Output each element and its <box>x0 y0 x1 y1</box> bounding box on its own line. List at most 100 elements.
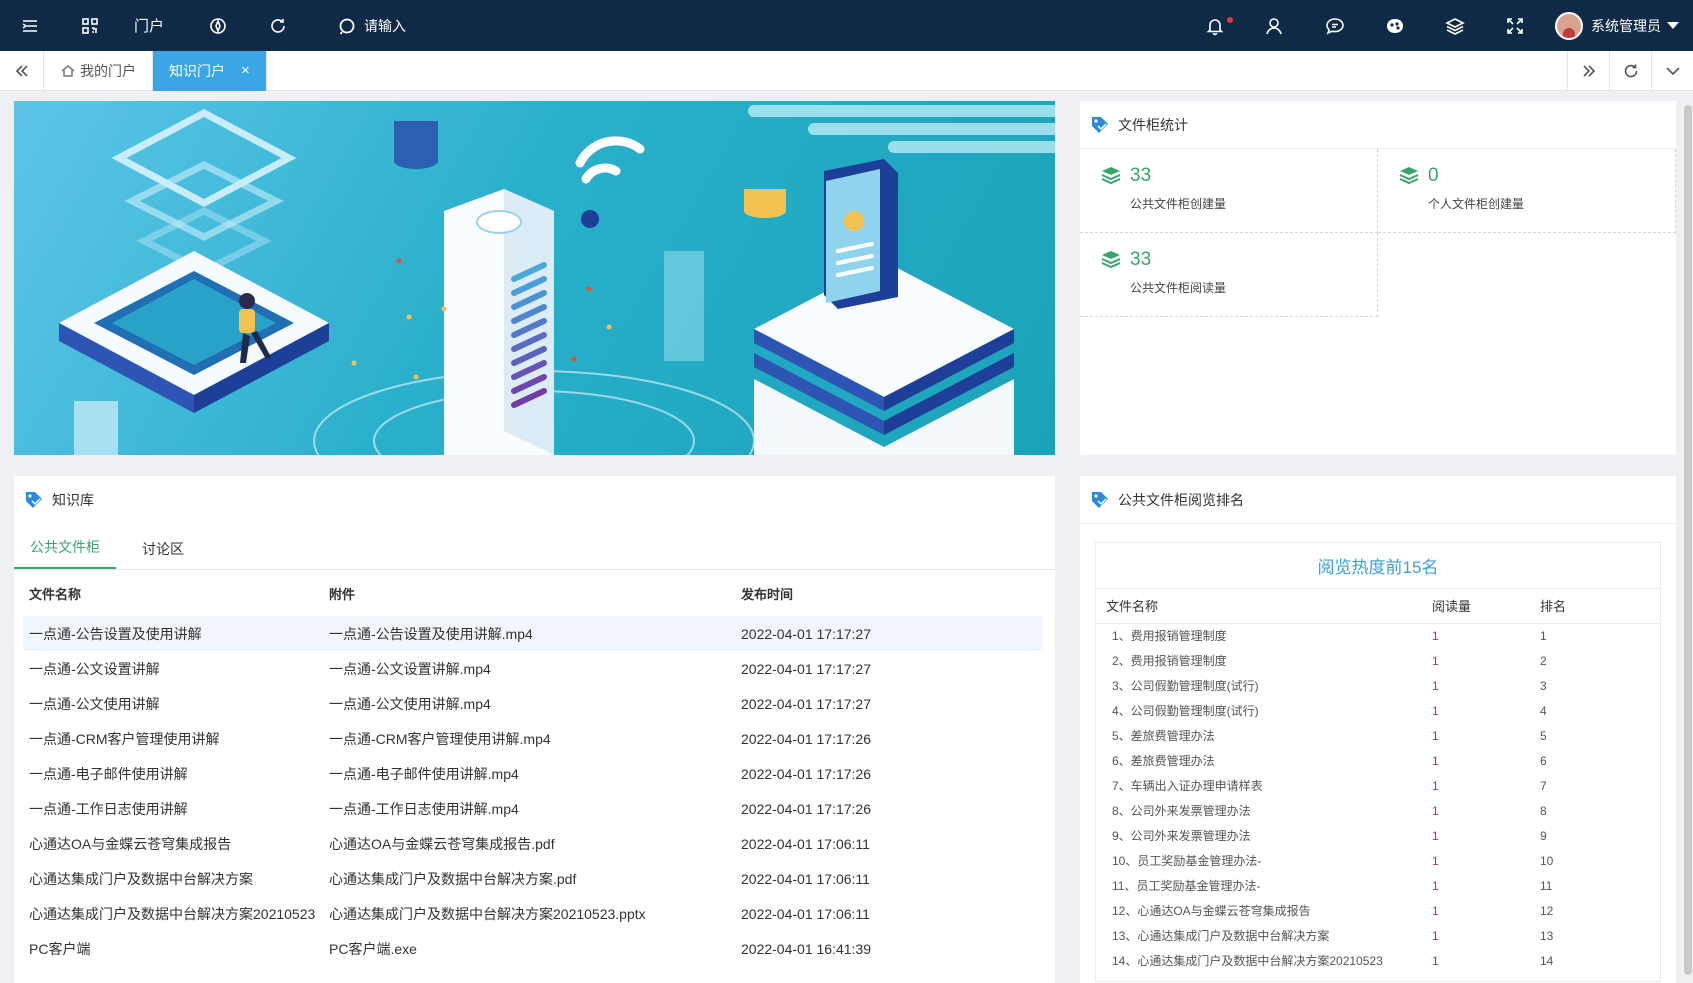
attachment-link[interactable]: 一点通-工作日志使用讲解.mp4 <box>323 791 735 826</box>
column-header[interactable]: 文件名称 <box>23 570 323 616</box>
table-row[interactable]: 1、费用报销管理制度 1 1 <box>1096 623 1660 648</box>
stack-icon <box>1399 167 1419 185</box>
table-row[interactable]: 14、心通达集成门户及数据中台解决方案20210523 1 14 <box>1096 948 1660 973</box>
compass-icon[interactable] <box>188 0 248 51</box>
file-name-link[interactable]: 一点通-电子邮件使用讲解 <box>23 756 323 791</box>
rank-file-name[interactable]: 8、公司外来发票管理办法 <box>1096 798 1422 823</box>
rank-position: 11 <box>1540 878 1553 893</box>
home-icon <box>61 64 75 77</box>
refresh-icon[interactable] <box>248 0 308 51</box>
attachment-link[interactable]: 一点通-公文设置讲解.mp4 <box>323 651 735 686</box>
search-input[interactable]: 请输入 <box>364 16 406 36</box>
double-left-icon[interactable] <box>0 50 44 91</box>
attachment-link[interactable]: 一点通-公告设置及使用讲解.mp4 <box>323 616 735 651</box>
column-header[interactable]: 发布时间 <box>735 570 1043 616</box>
attachment-link[interactable]: 心通达OA与金蝶云苍穹集成报告.pdf <box>323 826 735 861</box>
rank-file-name[interactable]: 14、心通达集成门户及数据中台解决方案20210523 <box>1096 948 1422 973</box>
user-icon[interactable] <box>1245 0 1305 51</box>
user-name: 系统管理员 <box>1591 17 1661 34</box>
scrollbar-thumb[interactable] <box>1684 105 1692 975</box>
page-scrollbar[interactable] <box>1683 101 1693 983</box>
search-box[interactable]: 请输入 <box>308 16 406 36</box>
table-row[interactable]: 一点通-公文设置讲解 一点通-公文设置讲解.mp4 2022-04-01 17:17… <box>23 651 1043 686</box>
table-row[interactable]: 10、员工奖励基金管理办法- 1 10 <box>1096 848 1660 873</box>
rank-file-name[interactable]: 5、差旅费管理办法 <box>1096 723 1422 748</box>
rank-file-name[interactable]: 1、费用报销管理制度 <box>1096 623 1422 648</box>
file-name-link[interactable]: 一点通-公告设置及使用讲解 <box>23 616 323 651</box>
file-name-link[interactable]: 一点通-CRM客户管理使用讲解 <box>23 721 323 756</box>
attachment-link[interactable]: PC客户端.exe <box>323 931 735 966</box>
rank-file-name[interactable]: 2、费用报销管理制度 <box>1096 648 1422 673</box>
double-right-icon[interactable] <box>1567 51 1609 91</box>
file-name-link[interactable]: 心通达集成门户及数据中台解决方案20210523 <box>23 896 323 931</box>
user-menu[interactable]: 系统管理员 <box>1545 11 1693 40</box>
chat-icon[interactable] <box>1305 0 1365 51</box>
tab-refresh-icon[interactable] <box>1609 51 1651 91</box>
table-row[interactable]: 13、心通达集成门户及数据中台解决方案 1 13 <box>1096 923 1660 948</box>
table-row[interactable]: 9、公司外来发票管理办法 1 9 <box>1096 823 1660 848</box>
table-row[interactable]: 4、公司假勤管理制度(试行) 1 4 <box>1096 698 1660 723</box>
table-row[interactable]: 5、差旅费管理办法 1 5 <box>1096 723 1660 748</box>
table-row[interactable]: 一点通-CRM客户管理使用讲解 一点通-CRM客户管理使用讲解.mp4 2022-0… <box>23 721 1043 756</box>
avatar <box>1555 11 1583 40</box>
rank-file-name[interactable]: 7、车辆出入证办理申请样表 <box>1096 773 1422 798</box>
column-header: 排名 <box>1530 589 1660 624</box>
table-row[interactable]: 心通达集成门户及数据中台解决方案 心通达集成门户及数据中台解决方案.pdf 2022… <box>23 861 1043 896</box>
rank-file-name[interactable]: 4、公司假勤管理制度(试行) <box>1096 698 1422 723</box>
tab-public-cabinet[interactable]: 公共文件柜 <box>14 537 116 569</box>
hamburger-icon[interactable] <box>0 0 60 51</box>
skin-icon[interactable] <box>1365 0 1425 51</box>
stat-value: 33 <box>1130 165 1152 186</box>
table-row[interactable]: 心通达集成门户及数据中台解决方案20210523 心通达集成门户及数据中台解决方案… <box>23 896 1043 931</box>
table-row[interactable]: 7、车辆出入证办理申请样表 1 7 <box>1096 773 1660 798</box>
fullscreen-icon[interactable] <box>1485 0 1545 51</box>
tab-knowledge-portal[interactable]: 知识门户 × <box>153 50 267 91</box>
table-row[interactable]: 一点通-电子邮件使用讲解 一点通-电子邮件使用讲解.mp4 2022-04-01 1… <box>23 756 1043 791</box>
table-row[interactable]: 一点通-工作日志使用讲解 一点通-工作日志使用讲解.mp4 2022-04-01 1… <box>23 791 1043 826</box>
table-row[interactable]: 2、费用报销管理制度 1 2 <box>1096 648 1660 673</box>
table-row[interactable]: 12、心通达OA与金蝶云苍穹集成报告 1 12 <box>1096 898 1660 923</box>
attachment-link[interactable]: 一点通-公文使用讲解.mp4 <box>323 686 735 721</box>
chevron-down-icon[interactable] <box>1651 51 1693 91</box>
bell-icon[interactable] <box>1185 0 1245 51</box>
file-name-link[interactable]: 一点通-公文设置讲解 <box>23 651 323 686</box>
rank-file-name[interactable]: 12、心通达OA与金蝶云苍穹集成报告 <box>1096 898 1422 923</box>
attachment-link[interactable]: 心通达集成门户及数据中台解决方案.pdf <box>323 861 735 896</box>
table-row[interactable]: PC客户端 PC客户端.exe 2022-04-01 16:41:39 <box>23 931 1043 966</box>
layers-icon[interactable] <box>1425 0 1485 51</box>
panel-title: 公共文件柜阅览排名 <box>1118 491 1244 508</box>
rank-position: 13 <box>1540 928 1554 943</box>
table-row[interactable]: 6、差旅费管理办法 1 6 <box>1096 748 1660 773</box>
table-row[interactable]: 11、员工奖励基金管理办法- 1 11 <box>1096 873 1660 898</box>
publish-time: 2022-04-01 17:06:11 <box>741 905 870 922</box>
rank-file-name[interactable]: 10、员工奖励基金管理办法- <box>1096 848 1422 873</box>
rank-file-name[interactable]: 9、公司外来发票管理办法 <box>1096 823 1422 848</box>
attachment-link[interactable]: 心通达集成门户及数据中台解决方案20210523.pptx <box>323 896 735 931</box>
table-row[interactable]: 一点通-公告设置及使用讲解 一点通-公告设置及使用讲解.mp4 2022-04-01… <box>23 616 1043 651</box>
table-row[interactable]: 心通达OA与金蝶云苍穹集成报告 心通达OA与金蝶云苍穹集成报告.pdf 2022-0… <box>23 826 1043 861</box>
tab-discussion[interactable]: 讨论区 <box>126 539 200 569</box>
rank-file-name[interactable]: 11、员工奖励基金管理办法- <box>1096 873 1422 898</box>
file-name-link[interactable]: 一点通-公文使用讲解 <box>23 686 323 721</box>
file-name-link[interactable]: 一点通-工作日志使用讲解 <box>23 791 323 826</box>
column-header[interactable]: 附件 <box>323 570 735 616</box>
tab-my-portal[interactable]: 我的门户 <box>44 50 153 91</box>
table-row[interactable]: 一点通-公文使用讲解 一点通-公文使用讲解.mp4 2022-04-01 17:17… <box>23 686 1043 721</box>
top-navigation-bar: 门户 请输入 系统管理员 <box>0 0 1693 51</box>
file-name-link[interactable]: 心通达集成门户及数据中台解决方案 <box>23 861 323 896</box>
attachment-link[interactable]: 一点通-电子邮件使用讲解.mp4 <box>323 756 735 791</box>
file-name-link[interactable]: PC客户端 <box>23 931 323 966</box>
rank-file-name[interactable]: 6、差旅费管理办法 <box>1096 748 1422 773</box>
rank-file-name[interactable]: 13、心通达集成门户及数据中台解决方案 <box>1096 923 1422 948</box>
qr-grid-icon[interactable] <box>60 0 120 51</box>
attachment-link[interactable]: 一点通-CRM客户管理使用讲解.mp4 <box>323 721 735 756</box>
caret-down-icon <box>1667 22 1679 29</box>
file-name-link[interactable]: 心通达OA与金蝶云苍穹集成报告 <box>23 826 323 861</box>
tab-close-icon[interactable]: × <box>241 62 250 79</box>
portal-menu[interactable]: 门户 <box>120 0 178 51</box>
rank-file-name[interactable]: 3、公司假勤管理制度(试行) <box>1096 673 1422 698</box>
table-row[interactable]: 8、公司外来发票管理办法 1 8 <box>1096 798 1660 823</box>
table-row[interactable]: 3、公司假勤管理制度(试行) 1 3 <box>1096 673 1660 698</box>
rank-position: 7 <box>1540 778 1547 793</box>
knowledge-table: 文件名称 附件 发布时间 一点通-公告设置及使用讲解 一点通-公告设置及使用讲解.… <box>23 570 1043 966</box>
